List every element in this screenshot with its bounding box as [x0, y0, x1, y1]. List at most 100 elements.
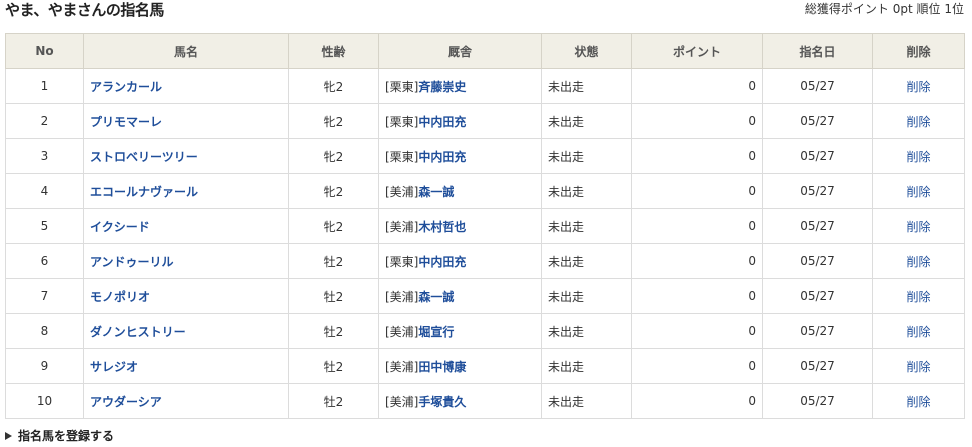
trainer-link[interactable]: 中内田充: [418, 115, 466, 129]
trainer-link[interactable]: 木村哲也: [418, 220, 466, 234]
training-center: [美浦]: [385, 289, 419, 304]
triangle-right-icon: [5, 432, 12, 440]
points: 0: [631, 278, 763, 314]
horse-name-cell: プリモマーレ: [83, 103, 289, 139]
delete-cell: 削除: [872, 138, 965, 174]
nomination-date: 05/27: [762, 243, 873, 279]
delete-link[interactable]: 削除: [906, 150, 930, 164]
row-no: 2: [5, 103, 84, 139]
stable-cell: [美浦]森一誠: [378, 278, 542, 314]
stable-cell: [栗東]中内田充: [378, 103, 542, 139]
training-center: [美浦]: [385, 359, 419, 374]
total-points-label: 総獲得ポイント: [804, 2, 889, 16]
horse-name-link[interactable]: エコールナヴァール: [90, 185, 198, 199]
sex-age: 牝2: [288, 173, 379, 209]
horse-name-link[interactable]: イクシード: [90, 220, 150, 234]
status: 未出走: [541, 138, 632, 174]
trainer-link[interactable]: 中内田充: [418, 255, 466, 269]
delete-link[interactable]: 削除: [906, 115, 930, 129]
points: 0: [631, 103, 763, 139]
points: 0: [631, 348, 763, 384]
points: 0: [631, 138, 763, 174]
trainer-link[interactable]: 中内田充: [418, 150, 466, 164]
sex-age: 牡2: [288, 313, 379, 349]
column-header-stable: 厩舎: [378, 33, 542, 69]
nomination-date: 05/27: [762, 173, 873, 209]
training-center: [栗東]: [385, 149, 419, 164]
delete-link[interactable]: 削除: [906, 290, 930, 304]
stable-cell: [美浦]木村哲也: [378, 208, 542, 244]
trainer-link[interactable]: 田中博康: [418, 360, 466, 374]
sex-age: 牝2: [288, 208, 379, 244]
sex-age: 牝2: [288, 68, 379, 104]
points: 0: [631, 243, 763, 279]
horse-name-link[interactable]: モノポリオ: [90, 290, 150, 304]
trainer-link[interactable]: 斉藤崇史: [418, 80, 466, 94]
points: 0: [631, 383, 763, 419]
register-horse-toggle[interactable]: 指名馬を登録する: [5, 428, 114, 444]
horse-name-link[interactable]: アウダーシア: [90, 395, 162, 409]
row-no: 10: [5, 383, 84, 419]
horse-name-link[interactable]: ダノンヒストリー: [90, 325, 186, 339]
delete-link[interactable]: 削除: [906, 255, 930, 269]
delete-link[interactable]: 削除: [906, 80, 930, 94]
horse-name-cell: ダノンヒストリー: [83, 313, 289, 349]
sex-age: 牡2: [288, 243, 379, 279]
stable-cell: [美浦]森一誠: [378, 173, 542, 209]
delete-link[interactable]: 削除: [906, 395, 930, 409]
status: 未出走: [541, 313, 632, 349]
horse-name-link[interactable]: サレジオ: [90, 360, 138, 374]
row-no: 9: [5, 348, 84, 384]
delete-link[interactable]: 削除: [906, 360, 930, 374]
stable-cell: [美浦]堀宣行: [378, 313, 542, 349]
table-row: 3 ストロベリーツリー 牝2 [栗東]中内田充 未出走 0 05/27 削除: [5, 138, 965, 174]
points-summary: 総獲得ポイント 0pt 順位 1位: [805, 1, 964, 17]
trainer-link[interactable]: 森一誠: [418, 185, 454, 199]
horse-name-link[interactable]: アンドゥーリル: [90, 255, 174, 269]
status: 未出走: [541, 103, 632, 139]
column-header-no: No: [5, 33, 84, 69]
horse-name-link[interactable]: プリモマーレ: [90, 115, 162, 129]
nomination-date: 05/27: [762, 313, 873, 349]
table-header-row: No 馬名 性齢 厩舎 状態 ポイント 指名日 削除: [5, 33, 965, 69]
rank-value: 1位: [944, 2, 964, 16]
training-center: [栗東]: [385, 254, 419, 269]
horse-name-link[interactable]: アランカール: [90, 80, 162, 94]
delete-cell: 削除: [872, 173, 965, 209]
column-header-name: 馬名: [83, 33, 289, 69]
table-row: 9 サレジオ 牡2 [美浦]田中博康 未出走 0 05/27 削除: [5, 348, 965, 384]
training-center: [美浦]: [385, 219, 419, 234]
delete-link[interactable]: 削除: [906, 220, 930, 234]
status: 未出走: [541, 208, 632, 244]
column-header-status: 状態: [541, 33, 632, 69]
stable-cell: [栗東]中内田充: [378, 243, 542, 279]
trainer-link[interactable]: 森一誠: [418, 290, 454, 304]
horse-name-cell: モノポリオ: [83, 278, 289, 314]
trainer-link[interactable]: 堀宣行: [418, 325, 454, 339]
row-no: 5: [5, 208, 84, 244]
delete-cell: 削除: [872, 383, 965, 419]
horse-name-cell: サレジオ: [83, 348, 289, 384]
points: 0: [631, 68, 763, 104]
delete-link[interactable]: 削除: [906, 185, 930, 199]
status: 未出走: [541, 68, 632, 104]
horse-name-link[interactable]: ストロベリーツリー: [90, 150, 198, 164]
table-row: 2 プリモマーレ 牝2 [栗東]中内田充 未出走 0 05/27 削除: [5, 103, 965, 139]
training-center: [栗東]: [385, 114, 419, 129]
delete-link[interactable]: 削除: [906, 325, 930, 339]
delete-cell: 削除: [872, 243, 965, 279]
status: 未出走: [541, 383, 632, 419]
stable-cell: [栗東]中内田充: [378, 138, 542, 174]
delete-cell: 削除: [872, 68, 965, 104]
table-row: 10 アウダーシア 牡2 [美浦]手塚貴久 未出走 0 05/27 削除: [5, 383, 965, 419]
trainer-link[interactable]: 手塚貴久: [418, 395, 466, 409]
status: 未出走: [541, 243, 632, 279]
column-header-points: ポイント: [631, 33, 763, 69]
sex-age: 牡2: [288, 348, 379, 384]
horse-name-cell: エコールナヴァール: [83, 173, 289, 209]
table-row: 1 アランカール 牝2 [栗東]斉藤崇史 未出走 0 05/27 削除: [5, 68, 965, 104]
nomination-date: 05/27: [762, 383, 873, 419]
delete-cell: 削除: [872, 278, 965, 314]
nomination-date: 05/27: [762, 208, 873, 244]
status: 未出走: [541, 278, 632, 314]
